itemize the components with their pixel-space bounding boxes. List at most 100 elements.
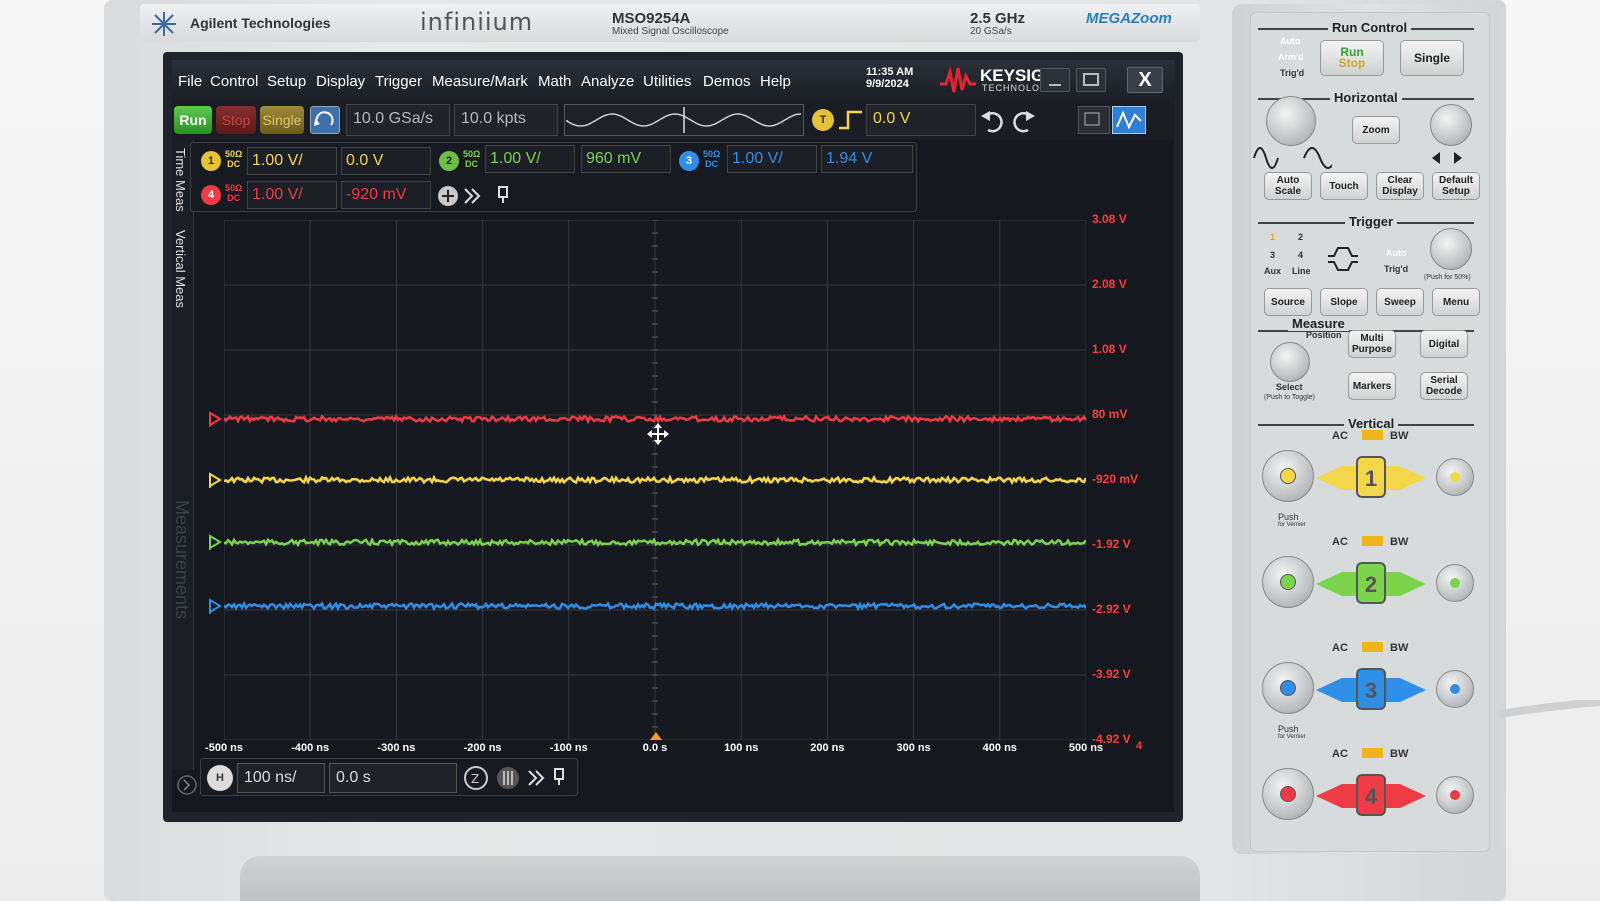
ch3-badge[interactable]: 3 xyxy=(679,151,699,171)
menu-demos[interactable]: Demos xyxy=(703,73,751,90)
x-tick-label: 0.0 s xyxy=(642,742,668,754)
ch1-badge[interactable]: 1 xyxy=(201,151,221,171)
trigger-level-field[interactable]: 0.0 V xyxy=(866,104,976,136)
ch4-scale-dot xyxy=(1280,786,1296,802)
ch4-ground-marker[interactable] xyxy=(208,411,222,427)
ch1-offset-field[interactable]: 0.0 V xyxy=(341,147,431,175)
zoom-key[interactable]: Zoom xyxy=(1352,116,1400,144)
ch3-offset-field[interactable]: 1.94 V xyxy=(821,145,913,173)
sweep-key[interactable]: Sweep xyxy=(1376,288,1424,316)
memory-depth-field[interactable]: 10.0 kpts xyxy=(454,104,558,136)
trigger-level-knob[interactable] xyxy=(1430,228,1472,270)
autoscale-button[interactable] xyxy=(310,106,340,134)
auto-indicator: Auto xyxy=(1280,36,1301,46)
ac-label: AC xyxy=(1332,430,1348,442)
trig-src-3: 3 xyxy=(1270,250,1276,260)
minimize-button[interactable] xyxy=(1040,68,1070,92)
ch3-key[interactable]: 3 xyxy=(1356,668,1386,710)
ch3-scale-field[interactable]: 1.00 V/ xyxy=(727,145,817,173)
menu-analyze[interactable]: Analyze xyxy=(581,73,634,90)
waveform-graticule[interactable] xyxy=(224,220,1086,740)
acquisition-overview[interactable] xyxy=(564,104,804,136)
clear-display-key[interactable]: Clear Display xyxy=(1376,172,1424,200)
move-cursor-icon xyxy=(647,423,669,445)
ch2-scale-field[interactable]: 1.00 V/ xyxy=(485,145,575,173)
ch4-badge[interactable]: 4 xyxy=(201,185,221,205)
acquisition-waveform-icon xyxy=(566,107,802,133)
menu-display[interactable]: Display xyxy=(316,73,365,90)
stop-button[interactable]: Stop xyxy=(216,106,256,134)
maximize-button[interactable] xyxy=(1076,68,1106,92)
horizontal-badge[interactable]: H xyxy=(207,765,233,791)
sample-rate-spec: 20 GSa/s xyxy=(970,26,1012,37)
ch4-scale-field[interactable]: 1.00 V/ xyxy=(247,181,337,209)
menu-control[interactable]: Control xyxy=(210,73,258,90)
pin-icon[interactable] xyxy=(495,185,511,205)
fifty-ohm-indicator: 50Ω xyxy=(1362,748,1384,758)
touch-key[interactable]: Touch xyxy=(1320,172,1368,200)
rising-edge-icon[interactable] xyxy=(836,106,866,134)
ch2-ground-marker[interactable] xyxy=(208,534,222,551)
source-key[interactable]: Source xyxy=(1264,288,1312,316)
bw-label: BW xyxy=(1390,536,1409,548)
brand-name: Agilent Technologies xyxy=(190,15,331,31)
close-button[interactable]: X xyxy=(1127,67,1163,93)
measure-position-knob[interactable] xyxy=(1270,342,1310,382)
markers-key[interactable]: Markers xyxy=(1348,372,1396,400)
expand-icon[interactable] xyxy=(463,187,481,205)
menu-help[interactable]: Help xyxy=(760,73,791,90)
zoom-window-icon xyxy=(1084,112,1100,126)
menu-setup[interactable]: Setup xyxy=(267,73,306,90)
sample-rate-field[interactable]: 10.0 GSa/s xyxy=(346,104,450,136)
ch3-trace xyxy=(224,600,1086,612)
default-setup-key[interactable]: Default Setup xyxy=(1432,172,1480,200)
ch2-offset-field[interactable]: 960 mV xyxy=(581,145,671,173)
ch2-badge[interactable]: 2 xyxy=(439,151,459,171)
ch1-scale-field[interactable]: 1.00 V/ xyxy=(247,147,337,175)
trigger-menu-key[interactable]: Menu xyxy=(1432,288,1480,316)
ch3-ground-marker[interactable] xyxy=(208,598,222,615)
menu-utilities[interactable]: Utilities xyxy=(643,73,691,90)
slope-key[interactable]: Slope xyxy=(1320,288,1368,316)
tab-time-meas[interactable]: Time Meas xyxy=(173,148,188,212)
zoom-icon[interactable]: Z xyxy=(463,765,489,791)
horizontal-position-knob[interactable] xyxy=(1430,104,1472,146)
y-tick-label: -1.92 V xyxy=(1092,537,1131,551)
horizontal-title: Horizontal xyxy=(1330,90,1402,105)
ch3-scale-dot xyxy=(1280,680,1296,696)
menu-trigger[interactable]: Trigger xyxy=(375,73,422,90)
tab-vertical-meas[interactable]: Vertical Meas xyxy=(173,230,188,308)
undo-icon[interactable] xyxy=(978,106,1008,134)
ch2-key[interactable]: 2 xyxy=(1356,562,1386,604)
ch2-impedance: 50Ω DC xyxy=(463,149,481,169)
run-control-title: Run Control xyxy=(1328,20,1412,35)
horizontal-position-field[interactable]: 0.0 s xyxy=(329,763,457,793)
add-waveform-icon[interactable] xyxy=(437,185,459,207)
timebase-field[interactable]: 100 ns/ xyxy=(237,763,325,793)
ch4-key[interactable]: 4 xyxy=(1356,774,1386,816)
horizontal-pin-icon[interactable] xyxy=(551,767,567,787)
menu-measure-mark[interactable]: Measure/Mark xyxy=(432,73,528,90)
zoom-window-button[interactable] xyxy=(1078,106,1110,134)
ch1-key[interactable]: 1 xyxy=(1356,456,1386,498)
ch4-offset-field[interactable]: -920 mV xyxy=(341,181,431,209)
serial-decode-key[interactable]: Serial Decode xyxy=(1420,372,1468,400)
ch4-offset-dot xyxy=(1450,790,1460,800)
horizontal-ref-icon[interactable] xyxy=(495,765,521,791)
auto-scale-key[interactable]: Auto Scale xyxy=(1264,172,1312,200)
single-key[interactable]: Single xyxy=(1400,40,1464,76)
touch-mode-button[interactable] xyxy=(1112,106,1146,134)
menu-math[interactable]: Math xyxy=(538,73,571,90)
timebase-knob[interactable] xyxy=(1266,96,1316,146)
run-button[interactable]: Run xyxy=(174,106,212,134)
digital-key[interactable]: Digital xyxy=(1420,330,1468,358)
redo-icon[interactable] xyxy=(1008,106,1038,134)
collapse-icon[interactable] xyxy=(176,774,198,796)
ch1-ground-marker[interactable] xyxy=(208,472,222,488)
horizontal-expand-icon[interactable] xyxy=(527,769,545,787)
menu-file[interactable]: File xyxy=(178,73,202,90)
run-stop-key[interactable]: Run Stop xyxy=(1320,40,1384,76)
trigger-badge[interactable]: T xyxy=(812,109,834,131)
multi-purpose-key[interactable]: Multi Purpose xyxy=(1348,330,1396,358)
single-button[interactable]: Single xyxy=(260,106,304,134)
